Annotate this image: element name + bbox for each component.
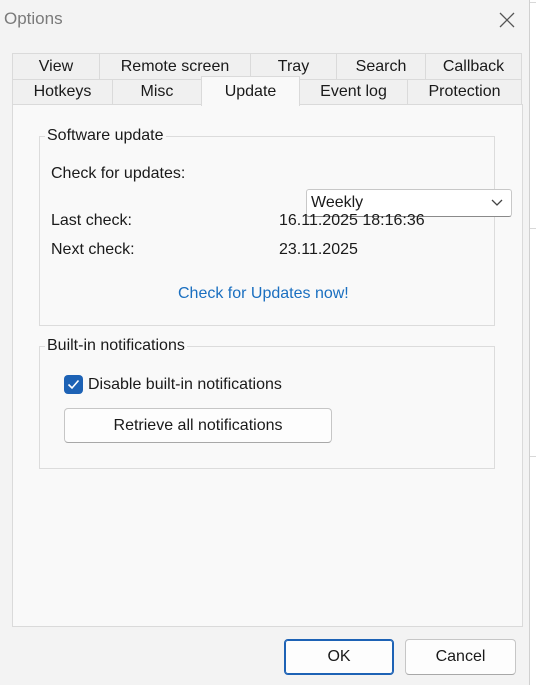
tab-view[interactable]: View (12, 53, 100, 80)
tab-update[interactable]: Update (201, 76, 300, 106)
background-window-edge (530, 0, 536, 685)
chevron-down-icon (491, 199, 503, 206)
disable-notifications-checkbox[interactable] (64, 375, 83, 394)
tab-misc[interactable]: Misc (112, 79, 202, 105)
retrieve-notifications-button[interactable]: Retrieve all notifications (64, 408, 332, 443)
checkmark-icon (67, 379, 80, 390)
update-frequency-value: Weekly (311, 194, 364, 211)
software-update-group-title: Software update (45, 127, 166, 145)
next-check-label: Next check: (51, 241, 135, 258)
check-for-updates-now-link[interactable]: Check for Updates now! (178, 285, 349, 303)
close-button[interactable] (490, 6, 524, 34)
tab-event-log[interactable]: Event log (299, 79, 408, 105)
disable-notifications-label[interactable]: Disable built-in notifications (88, 375, 282, 395)
title-bar: Options (0, 0, 530, 40)
cancel-button[interactable]: Cancel (405, 639, 516, 675)
last-check-value: 16.11.2025 18:16:36 (279, 212, 425, 229)
built-in-notifications-group: Built-in notifications Disable built-in … (39, 337, 495, 469)
last-check-label: Last check: (51, 212, 132, 229)
close-icon (499, 12, 515, 28)
update-tab-panel: Software update Check for updates: Weekl… (12, 104, 523, 627)
ok-button[interactable]: OK (284, 639, 394, 675)
next-check-value: 23.11.2025 (279, 241, 358, 258)
window-title: Options (4, 9, 63, 28)
tab-protection[interactable]: Protection (407, 79, 522, 105)
tab-search[interactable]: Search (336, 53, 426, 80)
software-update-group: Software update Check for updates: Weekl… (39, 127, 512, 326)
tab-hotkeys[interactable]: Hotkeys (12, 79, 113, 105)
built-in-notifications-group-title: Built-in notifications (45, 337, 187, 355)
options-dialog: Options View Remote screen Tray Search C… (0, 0, 530, 685)
tab-callback[interactable]: Callback (425, 53, 522, 80)
check-for-updates-label: Check for updates: (51, 165, 186, 182)
